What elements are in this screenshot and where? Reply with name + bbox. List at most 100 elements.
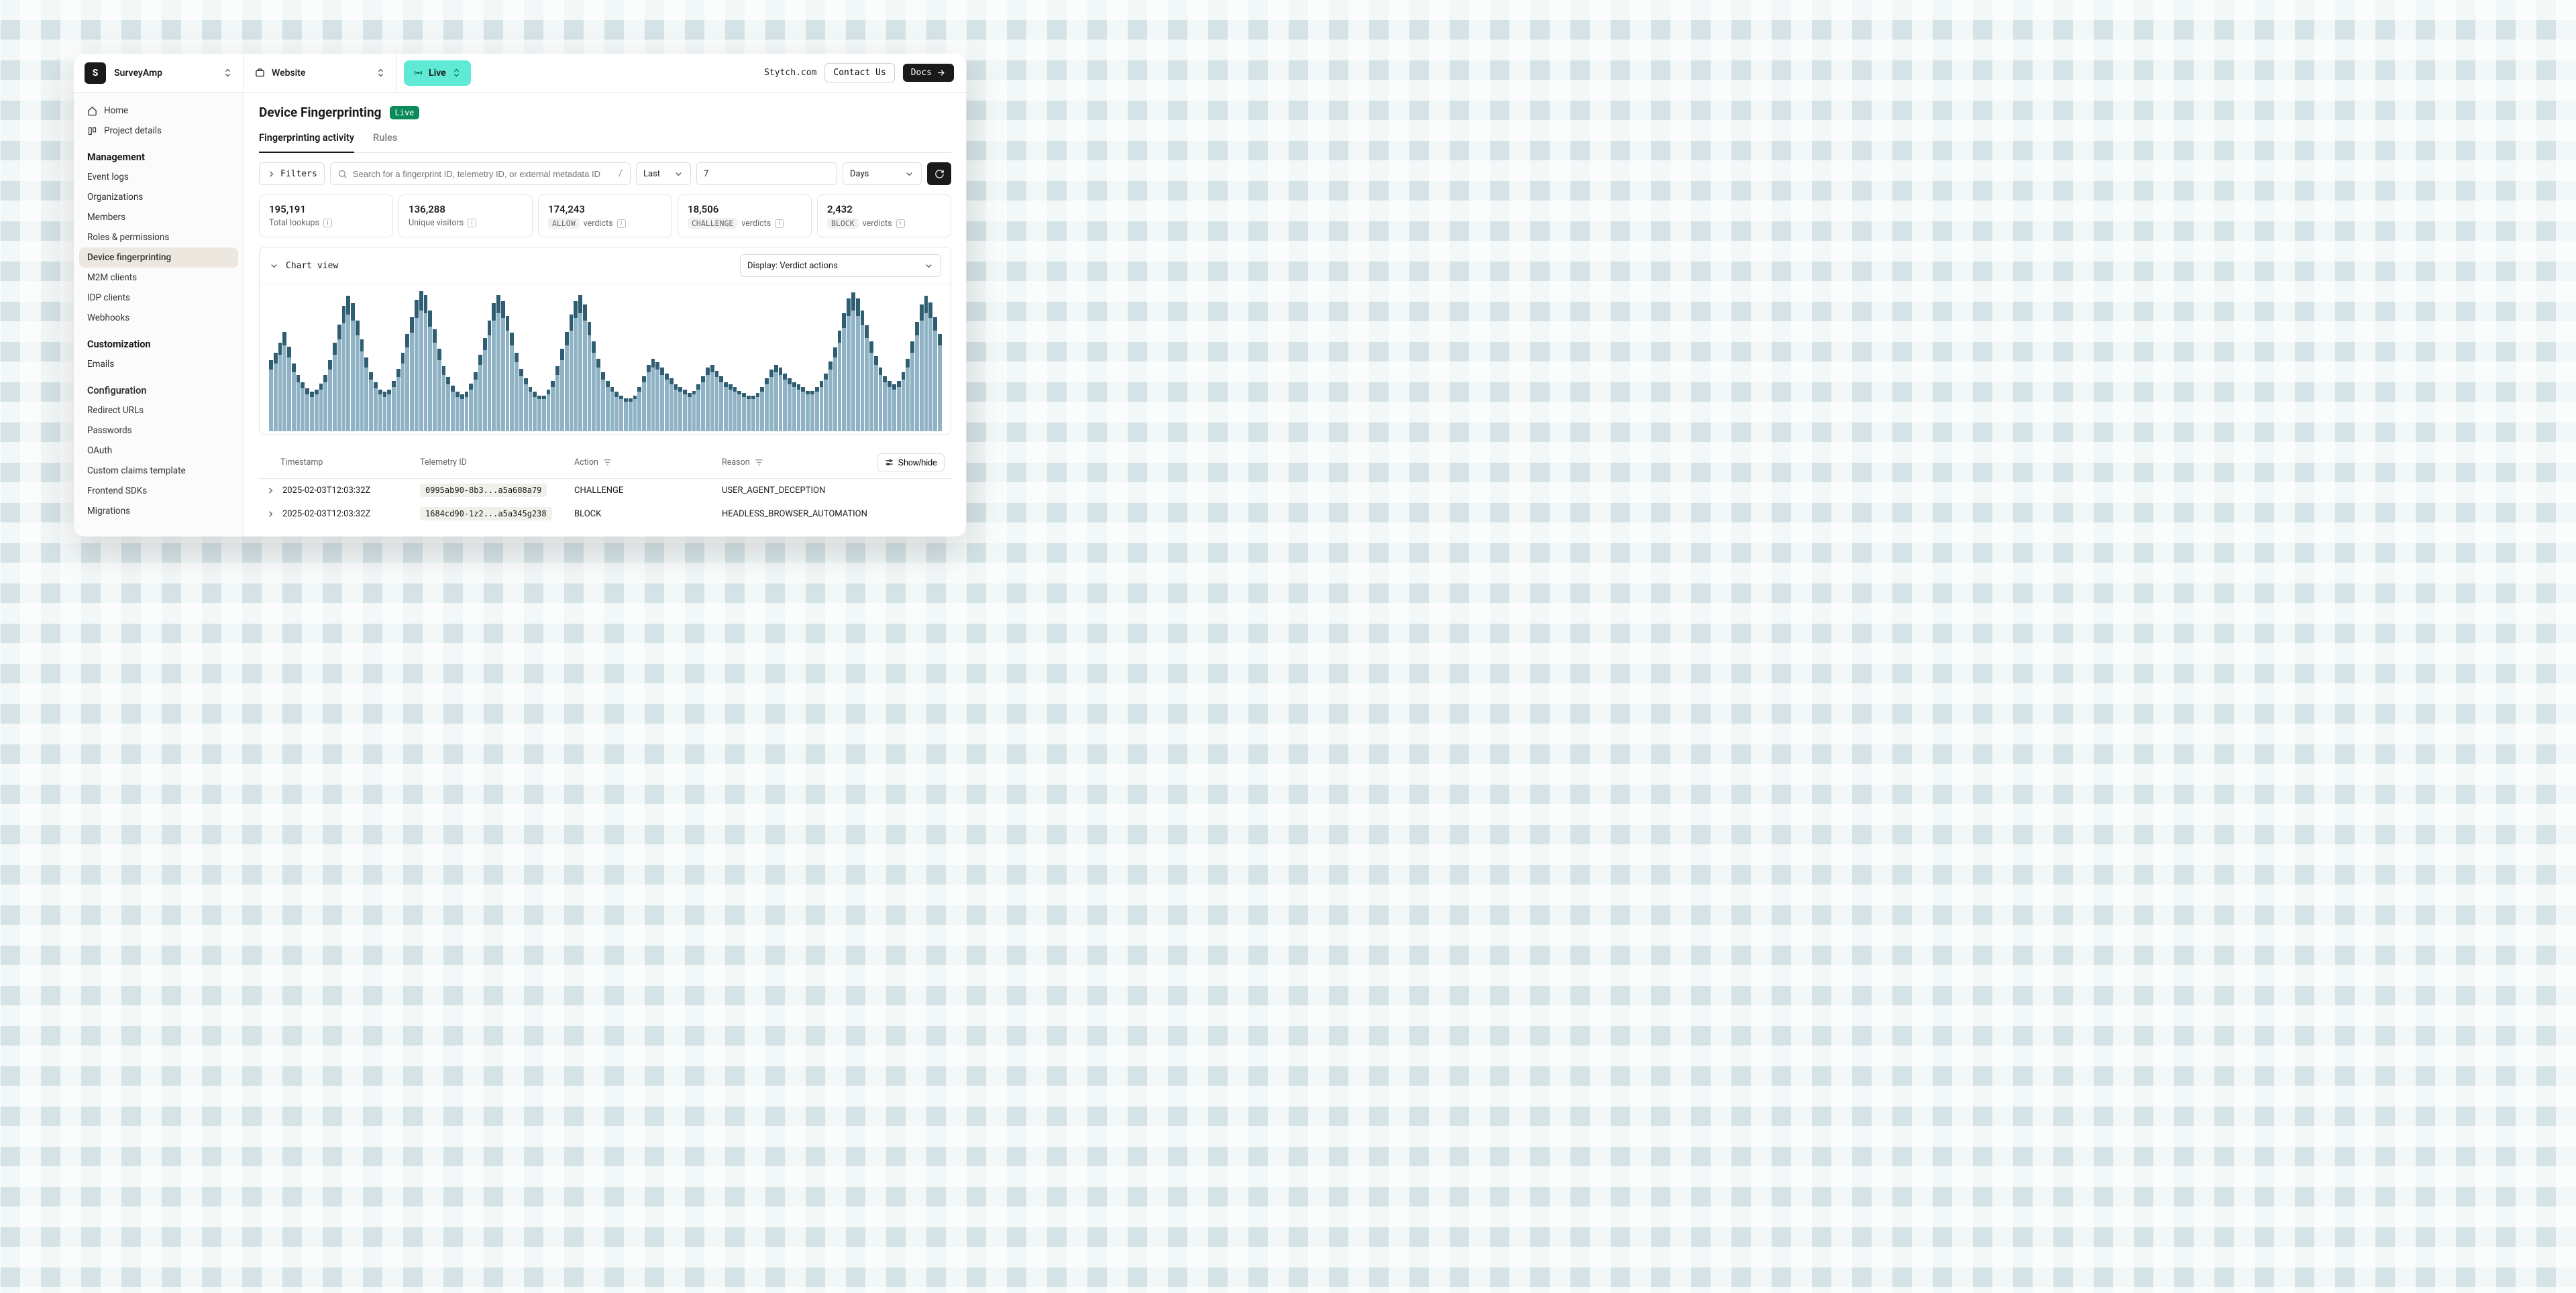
chart-bar	[269, 291, 273, 431]
sidebar-item-roles-permissions[interactable]: Roles & permissions	[79, 227, 238, 247]
chart-bar	[360, 291, 364, 431]
chart-bar	[460, 291, 464, 431]
range-unit-select[interactable]: Days	[843, 162, 922, 185]
search-field[interactable]	[353, 169, 623, 179]
chart-bar	[278, 291, 282, 431]
search-input[interactable]: /	[330, 162, 631, 185]
chart-bar	[861, 291, 865, 431]
chart-bar	[924, 291, 928, 431]
stat-card: 2,432BLOCK verdictsi	[817, 194, 951, 237]
environment-picker[interactable]: Live	[404, 60, 471, 86]
chart-bar	[282, 291, 286, 431]
info-icon[interactable]: i	[468, 219, 476, 227]
org-name: SurveyAmp	[114, 68, 215, 78]
chart-bar	[392, 291, 396, 431]
chart-bar	[405, 291, 409, 431]
chart-bar	[346, 291, 350, 431]
range-value-input[interactable]: 7	[696, 162, 837, 185]
stat-card: 195,191Total lookupsi	[259, 194, 393, 237]
info-icon[interactable]: i	[896, 219, 905, 228]
chart-bar	[629, 291, 633, 431]
sidebar-item-idp-clients[interactable]: IDP clients	[79, 288, 238, 308]
contact-button[interactable]: Contact Us	[824, 63, 894, 82]
showhide-button[interactable]: Show/hide	[877, 453, 945, 471]
chart-bar	[647, 291, 651, 431]
sidebar-item-redirect-urls[interactable]: Redirect URLs	[79, 400, 238, 420]
col-action[interactable]: Action	[574, 457, 722, 467]
tab-rules[interactable]: Rules	[373, 125, 397, 152]
chart-bar	[578, 291, 582, 431]
chart-bar	[492, 291, 496, 431]
environment-label: Live	[429, 68, 446, 78]
table-row[interactable]: 2025-02-03T12:03:32Z1684cd90-1z2...a5a34…	[259, 502, 951, 526]
chart-bar	[933, 291, 937, 431]
topbar: S SurveyAmp Website Live Stytch.com Cont…	[74, 54, 966, 93]
sidebar-item-members[interactable]: Members	[79, 207, 238, 227]
sidebar-item-home[interactable]: Home	[79, 101, 238, 121]
chevrons-icon	[376, 68, 386, 78]
chart-bar	[788, 291, 792, 431]
sidebar-item-passwords[interactable]: Passwords	[79, 420, 238, 441]
refresh-icon	[934, 169, 945, 179]
chart-bar	[842, 291, 846, 431]
sidebar-section-management: Management	[79, 141, 238, 167]
telemetry-chip[interactable]: 1684cd90-1z2...a5a345g238	[420, 507, 552, 520]
chart-bar	[824, 291, 828, 431]
sidebar-section-customization: Customization	[79, 328, 238, 354]
chart-bar	[624, 291, 628, 431]
chart-bar	[833, 291, 837, 431]
main-content: Device Fingerprinting Live Fingerprintin…	[244, 93, 966, 537]
chart-bar	[524, 291, 528, 431]
info-icon[interactable]: i	[775, 219, 784, 228]
sidebar-item-project-details[interactable]: Project details	[79, 121, 238, 141]
info-icon[interactable]: i	[323, 219, 332, 227]
chart-bar	[938, 291, 942, 431]
chart-bar	[410, 291, 414, 431]
sidebar-item-custom-claims-template[interactable]: Custom claims template	[79, 461, 238, 481]
chart-bar	[797, 291, 801, 431]
chart-bar	[506, 291, 510, 431]
refresh-button[interactable]	[927, 162, 951, 185]
docs-button[interactable]: Docs	[903, 64, 954, 82]
chart-bar	[596, 291, 600, 431]
chart-bar	[910, 291, 914, 431]
sidebar-item-organizations[interactable]: Organizations	[79, 187, 238, 207]
range-mode-select[interactable]: Last	[636, 162, 691, 185]
col-reason[interactable]: Reason	[722, 457, 877, 467]
org-picker[interactable]: S SurveyAmp	[74, 54, 244, 92]
chart-bar	[883, 291, 887, 431]
sidebar-item-emails[interactable]: Emails	[79, 354, 238, 374]
app-window: S SurveyAmp Website Live Stytch.com Cont…	[74, 54, 966, 537]
filters-button[interactable]: Filters	[259, 162, 325, 185]
chart-bar	[274, 291, 278, 431]
table-row[interactable]: 2025-02-03T12:03:32Z0995ab90-8b3...a5a60…	[259, 479, 951, 502]
tab-fingerprinting-activity[interactable]: Fingerprinting activity	[259, 125, 354, 153]
chart-bar	[583, 291, 587, 431]
chart-bar	[688, 291, 692, 431]
telemetry-chip[interactable]: 0995ab90-8b3...a5a608a79	[420, 484, 547, 497]
info-icon[interactable]: i	[617, 219, 626, 228]
chart-bar	[760, 291, 764, 431]
project-picker[interactable]: Website	[244, 54, 397, 92]
chart-bar	[869, 291, 873, 431]
external-link[interactable]: Stytch.com	[764, 68, 816, 78]
chart-bar	[515, 291, 519, 431]
chart-bar	[496, 291, 500, 431]
sidebar-item-m2m-clients[interactable]: M2M clients	[79, 268, 238, 288]
chevron-down-icon	[904, 169, 914, 179]
chart-title: Chart view	[286, 261, 338, 271]
sidebar-item-device-fingerprinting[interactable]: Device fingerprinting	[79, 247, 238, 268]
sidebar-item-event-logs[interactable]: Event logs	[79, 167, 238, 187]
chart-bar	[651, 291, 655, 431]
sidebar-item-oauth[interactable]: OAuth	[79, 441, 238, 461]
chart-bar	[305, 291, 309, 431]
chart-display-select[interactable]: Display: Verdict actions	[740, 254, 941, 277]
sidebar-item-migrations[interactable]: Migrations	[79, 501, 238, 521]
org-logo: S	[85, 62, 106, 84]
sidebar-item-webhooks[interactable]: Webhooks	[79, 308, 238, 328]
sidebar-item-frontend-sdks[interactable]: Frontend SDKs	[79, 481, 238, 501]
sidebar: Home Project details Management Event lo…	[74, 93, 244, 537]
chevron-down-icon[interactable]	[269, 261, 279, 271]
tabs: Fingerprinting activity Rules	[259, 125, 951, 153]
stat-card: 136,288Unique visitorsi	[398, 194, 533, 237]
